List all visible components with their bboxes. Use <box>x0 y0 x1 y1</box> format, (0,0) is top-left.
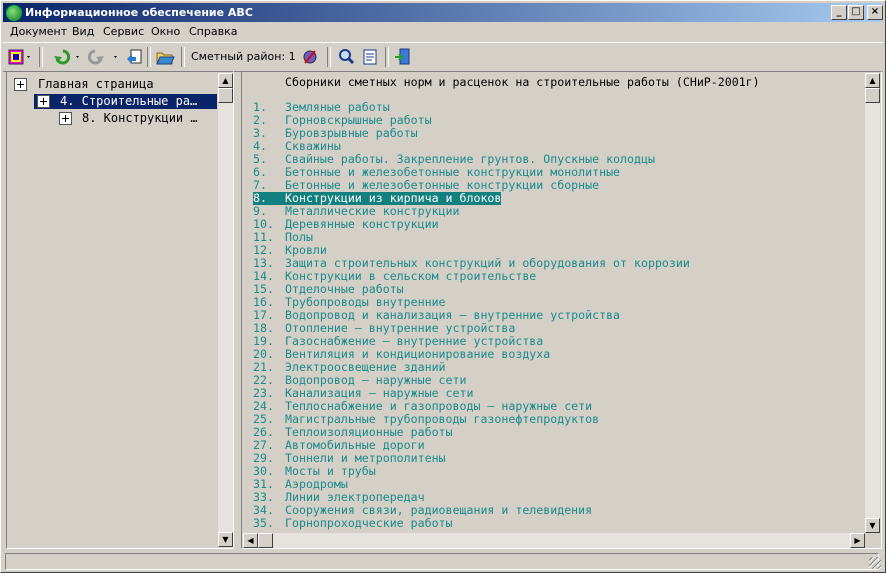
collection-title: Сооружения связи, радиовещания и телевид… <box>285 503 593 517</box>
content-horizontal-scrollbar[interactable]: ◀ ▶ <box>243 533 865 548</box>
app-window: Информационное обеспечение АВС _ □ × Док… <box>0 0 886 573</box>
collection-title: Кровли <box>285 243 327 257</box>
collection-title: Водопровод – наружные сети <box>285 373 467 387</box>
document-view[interactable]: Сборники сметных норм и расценок на стро… <box>243 73 865 533</box>
collection-title: Свайные работы. Закрепление грунтов. Опу… <box>285 152 655 166</box>
collection-title: Теплоснабжение и газопроводы – наружные … <box>285 399 593 413</box>
forward-arrow-icon <box>87 49 117 65</box>
content-vertical-scrollbar[interactable]: ▲ ▼ <box>865 73 880 533</box>
collection-title: Электроосвещение зданий <box>285 360 446 374</box>
collection-title: Защита строительных конструкций и оборуд… <box>285 256 690 270</box>
scroll-up-button[interactable]: ▲ <box>218 73 233 88</box>
tree-item-label: 8. Конструкции … <box>82 111 198 125</box>
catalog-icon <box>8 49 30 65</box>
search-icon <box>339 49 355 65</box>
tree-vertical-scrollbar[interactable]: ▲ ▼ <box>218 73 233 547</box>
window-title: Информационное обеспечение АВС <box>25 6 253 19</box>
collection-title: Тоннели и метрополитены <box>285 451 446 465</box>
scroll-thumb[interactable] <box>218 88 233 103</box>
status-bar <box>3 552 883 571</box>
document-catalog-button[interactable] <box>7 47 33 67</box>
open-folder-button[interactable] <box>155 47 175 67</box>
collection-title: Трубопроводы внутренние <box>285 295 446 309</box>
content-panel: Сборники сметных норм и расценок на стро… <box>241 71 882 549</box>
forward-button[interactable] <box>87 47 121 67</box>
collection-title: Горнопроходческие работы <box>285 516 453 530</box>
region-select-button[interactable] <box>301 47 319 67</box>
maximize-button[interactable]: □ <box>848 5 864 20</box>
expand-icon[interactable] <box>14 78 27 91</box>
scroll-up-button[interactable]: ▲ <box>865 73 880 88</box>
collection-title: Полы <box>285 230 313 244</box>
collection-title: Отопление – внутренние устройства <box>285 321 516 335</box>
minimize-button[interactable]: _ <box>831 5 847 20</box>
tree-view[interactable]: Главная страница 4. Строительные ра… 8. … <box>8 73 217 547</box>
menu-document[interactable]: Документ <box>10 23 67 41</box>
back-arrow-icon <box>54 49 79 65</box>
page-heading: Сборники сметных норм и расценок на стро… <box>285 75 760 89</box>
collection-number: 35. <box>253 516 274 530</box>
collection-title: Горновскрышные работы <box>285 113 432 127</box>
tree-panel: Главная страница 4. Строительные ра… 8. … <box>6 71 234 549</box>
menu-window[interactable]: Окно <box>151 23 180 41</box>
collection-title: Отделочные работы <box>285 282 404 296</box>
collection-title: Водопровод и канализация – внутренние ус… <box>285 308 621 322</box>
estimate-region-label: Сметный район: 1 <box>191 50 296 63</box>
menu-help[interactable]: Справка <box>189 23 237 41</box>
collection-title: Скважины <box>285 139 341 153</box>
collection-title: Конструкции в сельском строительстве <box>285 269 537 283</box>
menu-service[interactable]: Сервис <box>103 23 144 41</box>
collection-title: Бетонные и железобетонные конструкции мо… <box>285 165 621 179</box>
collection-title: Конструкции из кирпича и блоков <box>285 191 502 205</box>
collection-title: Бетонные и железобетонные конструкции сб… <box>285 178 600 192</box>
menu-view[interactable]: Вид <box>72 23 94 41</box>
folder-icon <box>156 52 175 65</box>
expand-icon[interactable] <box>59 112 72 125</box>
document-arrow-icon <box>127 49 142 64</box>
collection-title: Автомобильные дороги <box>285 438 425 452</box>
status-pane <box>5 553 879 570</box>
tree-item-label: 4. Строительные ра… <box>60 94 198 108</box>
scroll-thumb[interactable] <box>258 533 273 548</box>
collection-title: Теплоизоляционные работы <box>285 425 453 439</box>
scroll-down-button[interactable]: ▼ <box>865 518 880 533</box>
tree-item-label: Главная страница <box>38 77 154 91</box>
sync-button[interactable] <box>125 47 143 67</box>
collection-row[interactable]: 10. Деревянные конструкции <box>253 218 439 231</box>
collection-title: Деревянные конструкции <box>285 217 439 231</box>
close-button[interactable]: × <box>867 5 883 20</box>
collection-row[interactable]: 35. Горнопроходческие работы <box>253 517 453 530</box>
collection-title: Вентиляция и кондиционирование воздуха <box>285 347 551 361</box>
collection-title: Канализация – наружные сети <box>285 386 474 400</box>
collection-title: Буровзрывные работы <box>285 126 418 140</box>
tree-item-construction-works[interactable]: 4. Строительные ра… <box>34 94 217 109</box>
app-globe-icon <box>6 5 22 21</box>
collection-title: Аэродромы <box>285 477 348 491</box>
exit-door-icon <box>395 48 410 65</box>
collection-title: Магистральные трубопроводы газонефтепрод… <box>285 412 600 426</box>
scroll-thumb[interactable] <box>865 88 880 103</box>
scroll-left-button[interactable]: ◀ <box>243 533 258 548</box>
expand-icon[interactable] <box>37 95 50 108</box>
menu-bar: Документ Вид Сервис Окно Справка <box>3 23 883 41</box>
resize-grip[interactable] <box>869 557 881 569</box>
region-globe-icon <box>303 50 317 64</box>
scroll-right-button[interactable]: ▶ <box>850 533 865 548</box>
collection-title: Мосты и трубы <box>285 464 376 478</box>
collection-title: Металлические конструкции <box>285 204 460 218</box>
exit-button[interactable] <box>393 47 411 67</box>
scroll-down-button[interactable]: ▼ <box>218 532 233 547</box>
title-bar[interactable]: Информационное обеспечение АВС _ □ × <box>3 3 883 22</box>
collection-title: Газоснабжение – внутренние устройства <box>285 334 544 348</box>
back-button[interactable] <box>49 47 83 67</box>
search-button[interactable] <box>337 47 355 67</box>
list-search-icon <box>363 49 377 65</box>
collection-title: Земляные работы <box>285 100 390 114</box>
collection-title: Линии электропередач <box>285 490 425 504</box>
find-in-list-button[interactable] <box>361 47 379 67</box>
toolbar: Сметный район: 1 <box>3 42 883 72</box>
